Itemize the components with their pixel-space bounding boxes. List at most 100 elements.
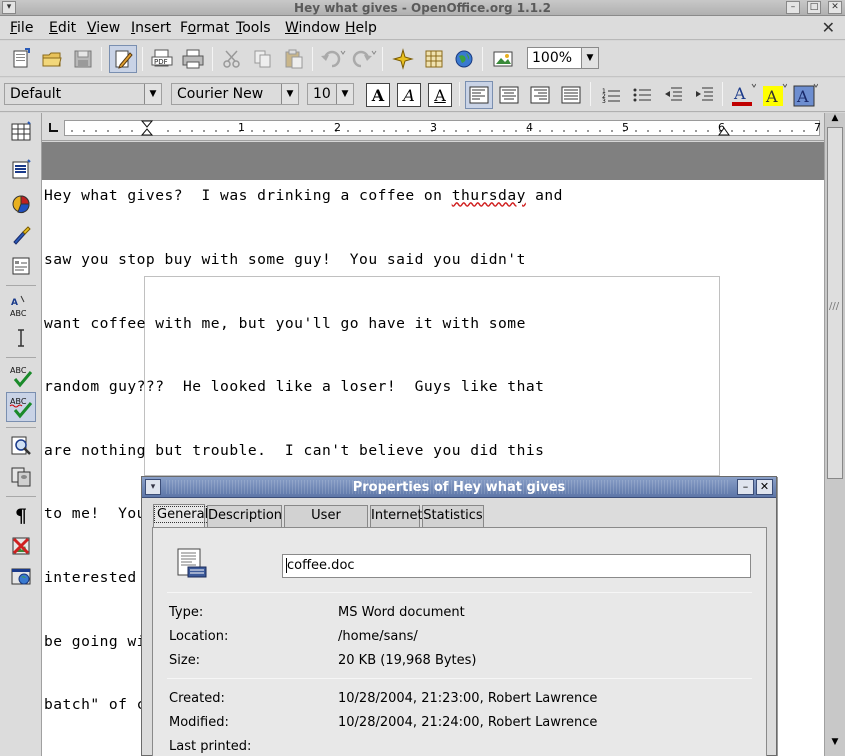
- tab-general[interactable]: General: [153, 504, 212, 527]
- bullets-button[interactable]: [628, 81, 656, 109]
- chevron-down-icon[interactable]: ▼: [336, 84, 353, 104]
- menu-help[interactable]: Help: [345, 20, 377, 36]
- horizontal-ruler[interactable]: 1 2 3 4 5 6 7: [42, 113, 824, 141]
- chevron-down-icon[interactable]: ▼: [144, 84, 161, 104]
- close-document-icon[interactable]: ✕: [822, 18, 835, 37]
- right-indent-marker[interactable]: [718, 124, 730, 136]
- cut-button[interactable]: [218, 45, 246, 73]
- scroll-up-icon[interactable]: ▲: [827, 113, 843, 125]
- text-line: are nothing but trouble. I can't believe…: [44, 441, 545, 459]
- data-sources-button[interactable]: [6, 462, 36, 492]
- online-layout-button[interactable]: [6, 562, 36, 592]
- spellcheck-button[interactable]: ABC: [6, 361, 36, 391]
- font-color-button[interactable]: A: [729, 81, 757, 109]
- hyperlink-button[interactable]: [450, 45, 478, 73]
- separator-line: [167, 678, 752, 679]
- menu-window[interactable]: Window: [285, 20, 340, 36]
- minimize-button[interactable]: –: [786, 1, 800, 14]
- dialog-close-button[interactable]: ✕: [756, 479, 773, 495]
- tab-statistics[interactable]: Statistics: [422, 505, 484, 527]
- numbering-button[interactable]: 123: [597, 81, 625, 109]
- find-replace-button[interactable]: [6, 431, 36, 461]
- font-name-combo[interactable]: Courier New ▼: [171, 83, 299, 105]
- edit-autotext-button[interactable]: A ABC: [6, 291, 36, 321]
- increase-indent-button[interactable]: [690, 81, 718, 109]
- toolbar-separator: [6, 496, 36, 497]
- align-center-button[interactable]: [495, 81, 523, 109]
- justify-button[interactable]: [557, 81, 585, 109]
- font-size-combo[interactable]: 10 ▼: [307, 83, 354, 105]
- data-sources-icon: [11, 467, 31, 487]
- type-label: Type:: [169, 605, 204, 620]
- nonprinting-characters-button[interactable]: ¶: [6, 501, 36, 531]
- printer-icon: [182, 49, 204, 69]
- gallery-button[interactable]: [489, 45, 517, 73]
- svg-text:A: A: [765, 87, 778, 106]
- italic-button[interactable]: A: [397, 83, 421, 107]
- open-button[interactable]: [38, 45, 66, 73]
- chevron-down-icon[interactable]: ▼: [581, 48, 598, 68]
- show-draw-functions-button[interactable]: [6, 220, 36, 250]
- menu-format[interactable]: Format: [180, 20, 229, 36]
- chevron-down-icon[interactable]: ▼: [281, 84, 298, 104]
- auto-spellcheck-button[interactable]: ABC: [6, 392, 36, 422]
- find-magnifier-icon: [11, 436, 31, 455]
- close-window-button[interactable]: ✕: [828, 1, 842, 14]
- text-cursor-button[interactable]: [6, 323, 36, 353]
- copy-button[interactable]: [249, 45, 277, 73]
- left-indent-marker[interactable]: [141, 120, 153, 136]
- paste-button[interactable]: [280, 45, 308, 73]
- menu-view[interactable]: View: [87, 20, 120, 36]
- filename-input[interactable]: coffee.doc: [282, 554, 751, 578]
- form-functions-button[interactable]: [6, 251, 36, 281]
- underline-icon: A: [434, 85, 446, 105]
- new-document-button[interactable]: [7, 45, 35, 73]
- window-titlebar[interactable]: ▾ Hey what gives - OpenOffice.org 1.1.2 …: [0, 0, 845, 16]
- menu-file[interactable]: File: [10, 20, 33, 36]
- print-button[interactable]: [179, 45, 207, 73]
- insert-button[interactable]: [6, 117, 36, 147]
- undo-button[interactable]: [319, 45, 347, 73]
- insert-fields-button[interactable]: [6, 155, 36, 185]
- formatting-toolbar: Default ▼ Courier New ▼ 10 ▼ A A A 123 A…: [0, 78, 845, 112]
- save-button[interactable]: [69, 45, 97, 73]
- menu-bar: File Edit View Insert Format Tools Windo…: [0, 16, 845, 40]
- redo-button[interactable]: [350, 45, 378, 73]
- insert-table-button[interactable]: [420, 45, 448, 73]
- svg-text:A: A: [11, 298, 18, 308]
- underline-button[interactable]: A: [428, 83, 452, 107]
- insert-object-button[interactable]: [6, 189, 36, 219]
- decrease-indent-button[interactable]: [659, 81, 687, 109]
- italic-icon: A: [403, 85, 415, 105]
- toolbar-separator: [722, 82, 723, 106]
- zoom-combo[interactable]: 100% ▼: [527, 47, 599, 69]
- bold-icon: A: [371, 85, 385, 105]
- maximize-button[interactable]: □: [807, 1, 821, 14]
- tab-description[interactable]: Description: [207, 505, 282, 527]
- menu-tools[interactable]: Tools: [236, 20, 271, 36]
- edit-file-button[interactable]: [109, 45, 137, 73]
- scroll-down-icon[interactable]: ▼: [827, 737, 843, 749]
- export-pdf-button[interactable]: PDF: [148, 45, 176, 73]
- bullet-list-icon: [633, 88, 651, 102]
- navigator-button[interactable]: [389, 45, 417, 73]
- menu-edit[interactable]: Edit: [49, 20, 76, 36]
- dialog-titlebar[interactable]: ▾ Properties of Hey what gives – ✕: [142, 477, 776, 498]
- highlight-button[interactable]: A: [760, 81, 788, 109]
- background-color-button[interactable]: A: [791, 81, 819, 109]
- dialog-minimize-button[interactable]: –: [737, 479, 754, 495]
- graphics-off-button[interactable]: [6, 531, 36, 561]
- menu-insert[interactable]: Insert: [131, 20, 171, 36]
- align-right-button[interactable]: [526, 81, 554, 109]
- edit-pencil-icon: [115, 50, 133, 69]
- align-left-button[interactable]: [465, 81, 493, 109]
- tab-internet[interactable]: Internet: [370, 505, 423, 527]
- vertical-scrollbar[interactable]: ▲ /// ▼: [824, 113, 845, 756]
- tab-user-defined[interactable]: User Defined: [284, 505, 368, 543]
- tab-stop-type-icon[interactable]: [48, 122, 60, 134]
- bold-button[interactable]: A: [366, 83, 390, 107]
- ruler-strip[interactable]: 1 2 3 4 5 6 7: [64, 120, 821, 136]
- insert-fields-icon: [12, 159, 31, 179]
- paragraph-style-combo[interactable]: Default ▼: [4, 83, 162, 105]
- ruler-ticks: [71, 130, 805, 132]
